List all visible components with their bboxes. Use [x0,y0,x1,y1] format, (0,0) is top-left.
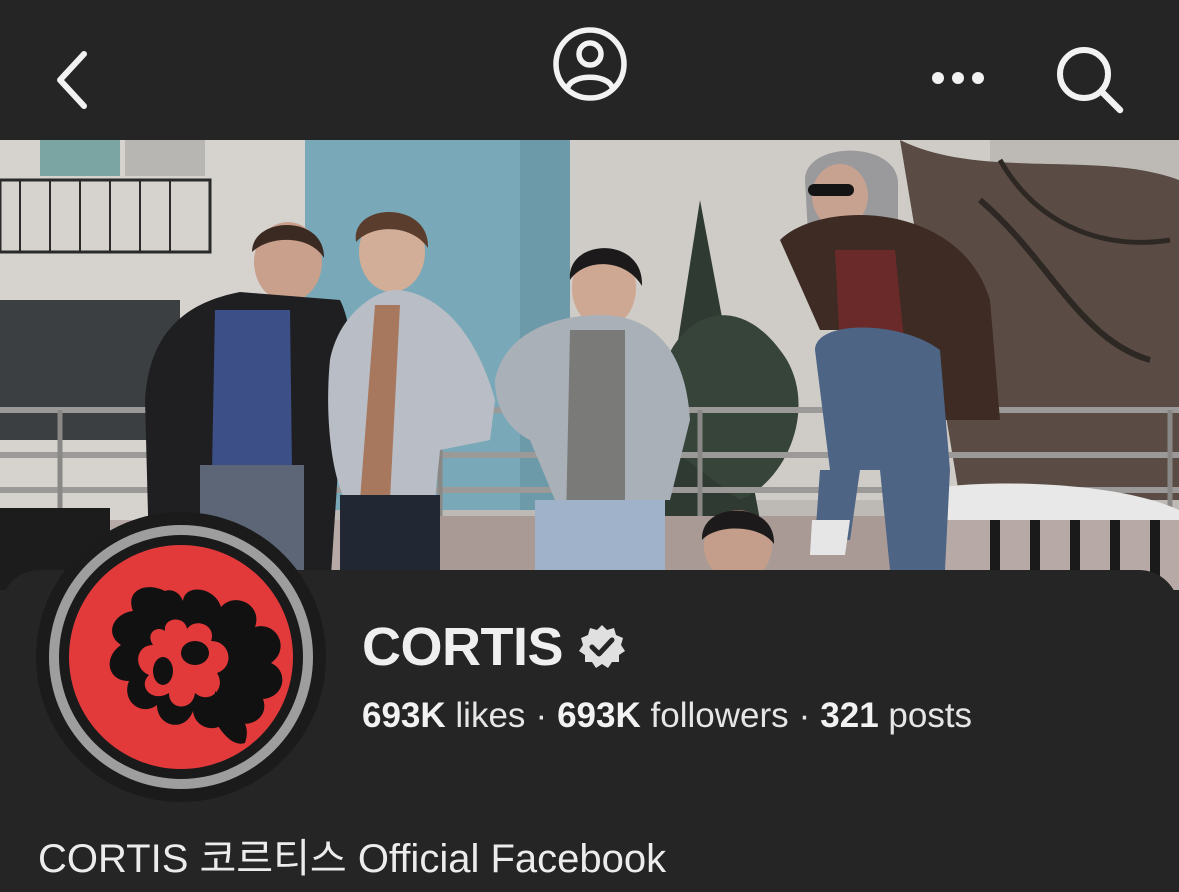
posts-stat[interactable]: 321 posts [820,696,972,735]
followers-count: 693K [557,696,641,735]
page-bio: CORTIS 코르티스 Official Facebook [38,837,667,881]
stat-separator: · [798,696,811,735]
avatar-logo-icon [49,525,313,789]
profile-avatar[interactable] [36,512,326,802]
back-button[interactable] [40,40,104,120]
followers-label: followers [650,696,789,735]
page-name-row: CORTIS [362,614,627,680]
page-stats: 693K likes · 693K followers · 321 posts [362,696,972,736]
more-horizontal-icon [932,72,984,84]
page-name[interactable]: CORTIS [362,616,564,678]
top-navigation-bar [0,0,1179,140]
profile-switch-button[interactable] [548,22,632,106]
chevron-left-icon [57,51,87,109]
user-circle-icon [553,27,627,101]
verified-badge-icon [579,625,626,668]
followers-stat[interactable]: 693K followers [557,696,789,735]
more-options-button[interactable] [920,52,996,104]
likes-label: likes [455,696,526,735]
search-button[interactable] [1048,40,1132,120]
posts-label: posts [888,696,973,735]
likes-stat[interactable]: 693K likes [362,696,525,735]
facebook-page-screen: CORTIS 693K likes · 693K followers · 321 pos… [0,0,1179,892]
likes-count: 693K [362,696,446,735]
stat-separator: · [535,696,548,735]
search-icon [1057,47,1124,114]
posts-count: 321 [820,696,879,735]
